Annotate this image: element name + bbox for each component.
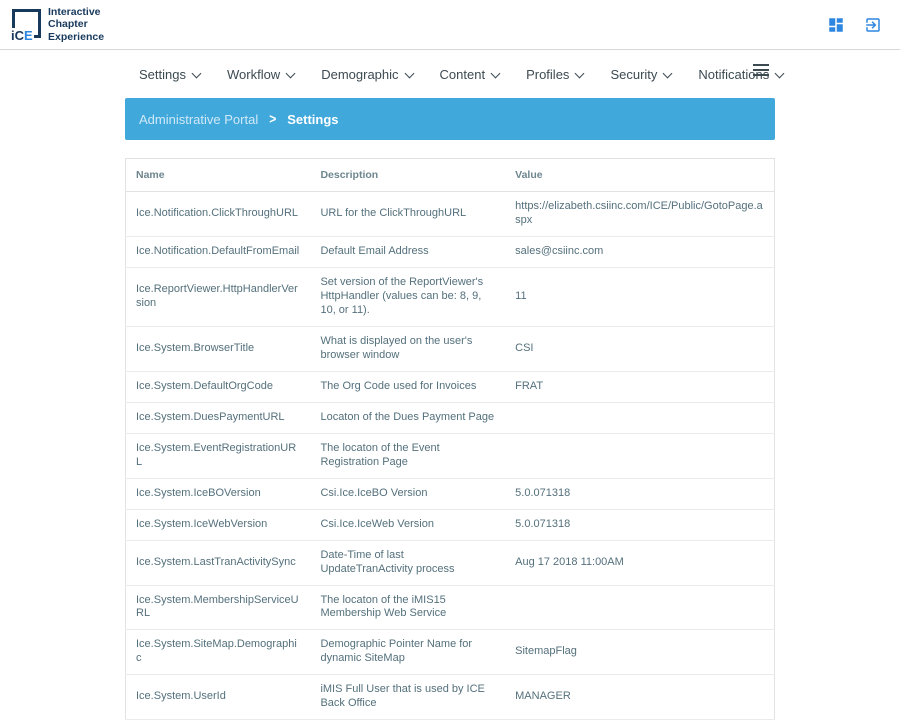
table-row[interactable]: Ice.System.BrowserTitle What is displaye… [126, 326, 775, 371]
nav-item-demographic[interactable]: Demographic [321, 67, 412, 82]
brand-name: Interactive Chapter Experience [48, 6, 104, 44]
logo-text: iCE [11, 28, 34, 42]
chevron-down-icon [663, 68, 673, 78]
cell-value: 5.0.071318 [505, 509, 774, 540]
cell-description: Set version of the ReportViewer's HttpHa… [310, 267, 505, 326]
menu-button[interactable] [749, 60, 773, 80]
cell-value: Aug 17 2018 11:00AM [505, 540, 774, 585]
table-row[interactable]: Ice.System.DuesPaymentURL Locaton of the… [126, 402, 775, 433]
cell-value [505, 585, 774, 630]
table-row[interactable]: Ice.System.LastTranActivitySync Date-Tim… [126, 540, 775, 585]
cell-value [505, 433, 774, 478]
cell-description: Csi.Ice.IceBO Version [310, 478, 505, 509]
table-row[interactable]: Ice.System.EventRegistrationURL The loca… [126, 433, 775, 478]
table-row[interactable]: Ice.System.DefaultOrgCode The Org Code u… [126, 371, 775, 402]
nav-item-security[interactable]: Security [610, 67, 671, 82]
table-row[interactable]: Ice.System.SiteMap.Demographic Demograph… [126, 630, 775, 675]
cell-description: URL for the ClickThroughURL [310, 192, 505, 237]
cell-description: Csi.Ice.IceWeb Version [310, 509, 505, 540]
cell-value: MANAGER [505, 675, 774, 720]
hamburger-menu-icon [753, 64, 769, 66]
cell-description: The locaton of the Event Registration Pa… [310, 433, 505, 478]
nav-item-content[interactable]: Content [440, 67, 500, 82]
app-logo: iCE [12, 9, 41, 38]
cell-name: Ice.ReportViewer.HttpHandlerVersion [126, 267, 311, 326]
cell-value: sales@csiinc.com [505, 236, 774, 267]
cell-name: Ice.System.DuesPaymentURL [126, 402, 311, 433]
cell-description: The Org Code used for Invoices [310, 371, 505, 402]
column-header-value: Value [505, 159, 774, 192]
app-header: iCE Interactive Chapter Experience [0, 0, 900, 50]
cell-value: SitemapFlag [505, 630, 774, 675]
settings-table: Name Description Value Ice.Notification.… [125, 158, 775, 720]
cell-name: Ice.System.IceBOVersion [126, 478, 311, 509]
cell-name: Ice.System.MembershipServiceURL [126, 585, 311, 630]
table-row[interactable]: Ice.System.MembershipServiceURL The loca… [126, 585, 775, 630]
dashboard-button[interactable] [825, 14, 847, 36]
settings-table-container: Name Description Value Ice.Notification.… [125, 158, 775, 720]
main-nav: Settings Workflow Demographic Content Pr… [125, 50, 775, 94]
cell-description: Locaton of the Dues Payment Page [310, 402, 505, 433]
table-row[interactable]: Ice.Notification.DefaultFromEmail Defaul… [126, 236, 775, 267]
table-header-row: Name Description Value [126, 159, 775, 192]
table-row[interactable]: Ice.ReportViewer.HttpHandlerVersion Set … [126, 267, 775, 326]
cell-description: Demographic Pointer Name for dynamic Sit… [310, 630, 505, 675]
table-row[interactable]: Ice.System.IceBOVersion Csi.Ice.IceBO Ve… [126, 478, 775, 509]
cell-name: Ice.System.UserId [126, 675, 311, 720]
cell-description: What is displayed on the user's browser … [310, 326, 505, 371]
breadcrumb-parent-link[interactable]: Administrative Portal [139, 112, 258, 127]
column-header-name: Name [126, 159, 311, 192]
nav-item-workflow[interactable]: Workflow [227, 67, 294, 82]
cell-value: 5.0.071318 [505, 478, 774, 509]
cell-name: Ice.System.IceWebVersion [126, 509, 311, 540]
table-row[interactable]: Ice.Notification.ClickThroughURL URL for… [126, 192, 775, 237]
chevron-down-icon [404, 68, 414, 78]
breadcrumb: Administrative Portal > Settings [125, 98, 775, 140]
nav-item-profiles[interactable]: Profiles [526, 67, 583, 82]
cell-description: Date-Time of last UpdateTranActivity pro… [310, 540, 505, 585]
brand: iCE Interactive Chapter Experience [12, 6, 104, 44]
chevron-down-icon [286, 68, 296, 78]
chevron-down-icon [192, 68, 202, 78]
cell-value [505, 402, 774, 433]
cell-value: https://elizabeth.csiinc.com/ICE/Public/… [505, 192, 774, 237]
cell-value: CSI [505, 326, 774, 371]
nav-item-settings[interactable]: Settings [139, 67, 200, 82]
chevron-down-icon [775, 68, 785, 78]
column-header-description: Description [310, 159, 505, 192]
cell-name: Ice.System.BrowserTitle [126, 326, 311, 371]
chevron-down-icon [575, 68, 585, 78]
cell-name: Ice.System.DefaultOrgCode [126, 371, 311, 402]
cell-value: FRAT [505, 371, 774, 402]
cell-name: Ice.System.LastTranActivitySync [126, 540, 311, 585]
chevron-down-icon [491, 68, 501, 78]
table-row[interactable]: Ice.System.UserId iMIS Full User that is… [126, 675, 775, 720]
breadcrumb-current: Settings [287, 112, 338, 127]
main-content: Settings Workflow Demographic Content Pr… [125, 50, 775, 720]
dashboard-icon [827, 16, 845, 34]
table-row[interactable]: Ice.System.IceWebVersion Csi.Ice.IceWeb … [126, 509, 775, 540]
sign-out-icon [864, 16, 882, 34]
breadcrumb-separator-icon: > [269, 111, 276, 127]
cell-description: iMIS Full User that is used by ICE Back … [310, 675, 505, 720]
cell-description: The locaton of the iMIS15 Membership Web… [310, 585, 505, 630]
cell-name: Ice.Notification.DefaultFromEmail [126, 236, 311, 267]
cell-name: Ice.Notification.ClickThroughURL [126, 192, 311, 237]
sign-out-button[interactable] [862, 14, 884, 36]
header-actions [825, 14, 884, 36]
cell-value: 11 [505, 267, 774, 326]
cell-name: Ice.System.SiteMap.Demographic [126, 630, 311, 675]
cell-name: Ice.System.EventRegistrationURL [126, 433, 311, 478]
cell-description: Default Email Address [310, 236, 505, 267]
